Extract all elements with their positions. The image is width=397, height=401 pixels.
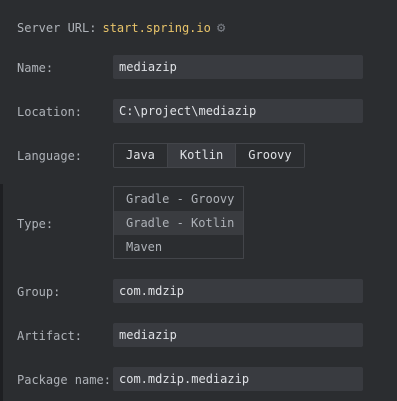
language-option-kotlin[interactable]: Kotlin <box>167 144 237 167</box>
server-url-link[interactable]: start.spring.io <box>102 21 210 35</box>
type-list: Gradle - Groovy Gradle - Kotlin Maven <box>113 186 244 259</box>
name-label: Name: <box>17 61 54 75</box>
location-field[interactable]: C:\project\mediazip <box>113 99 363 123</box>
artifact-label: Artifact: <box>17 329 83 343</box>
location-label: Location: <box>17 105 83 119</box>
gear-icon[interactable]: ⚙ <box>217 21 225 35</box>
type-option-gradle-groovy[interactable]: Gradle - Groovy <box>114 187 243 211</box>
artifact-field[interactable]: mediazip <box>113 323 363 347</box>
server-url-label: Server URL: <box>17 21 97 35</box>
package-name-label: Package name: <box>17 373 111 387</box>
group-label: Group: <box>17 285 61 299</box>
language-label: Language: <box>17 149 83 163</box>
name-field[interactable]: mediazip <box>113 55 363 79</box>
server-url-row: Server URL: start.spring.io ⚙ <box>17 19 225 37</box>
language-option-groovy[interactable]: Groovy <box>236 144 304 167</box>
group-field[interactable]: com.mdzip <box>113 279 363 303</box>
type-option-maven[interactable]: Maven <box>114 235 243 259</box>
left-gutter <box>0 184 3 401</box>
type-option-gradle-kotlin[interactable]: Gradle - Kotlin <box>114 211 243 235</box>
language-selector: Java Kotlin Groovy <box>113 143 305 168</box>
type-label: Type: <box>17 217 54 231</box>
package-name-field[interactable]: com.mdzip.mediazip <box>113 367 363 391</box>
language-option-java[interactable]: Java <box>114 144 168 167</box>
